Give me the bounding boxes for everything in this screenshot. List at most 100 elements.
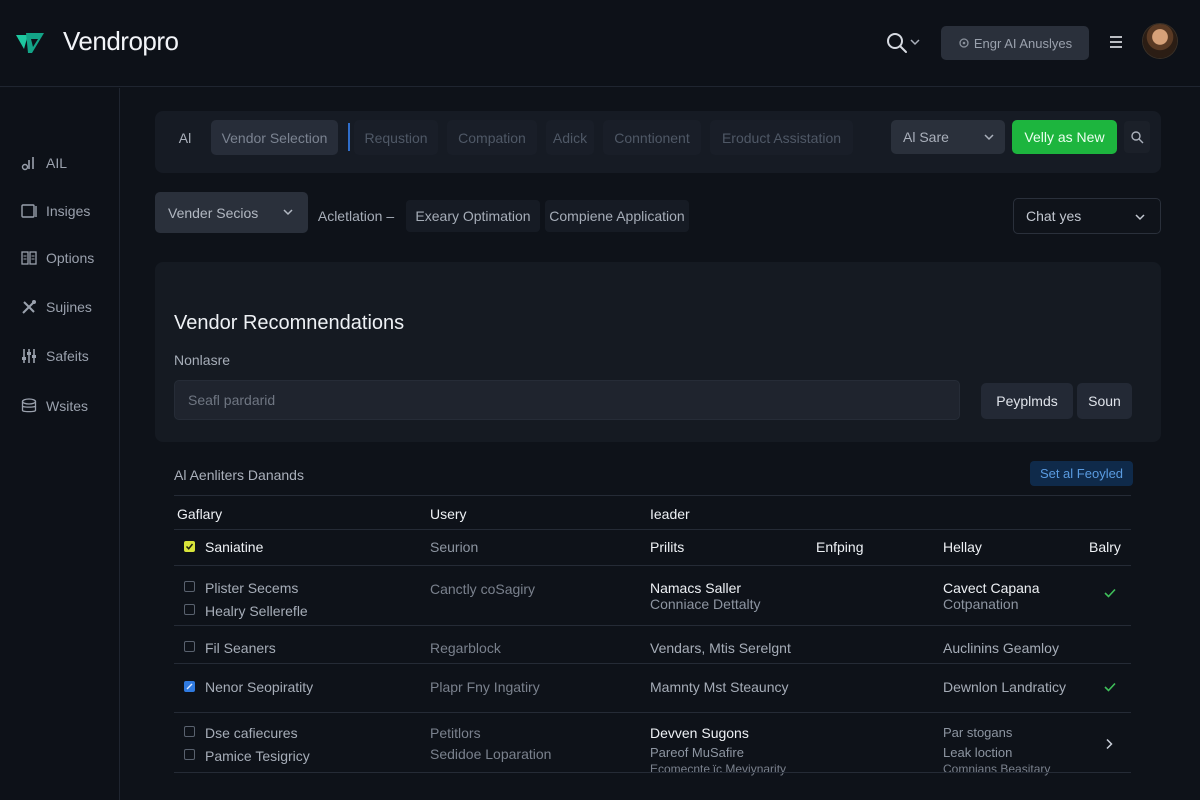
column-header[interactable]: Seurion xyxy=(430,539,478,555)
sidebar-item-ail[interactable]: AIL xyxy=(20,152,67,174)
row-checkbox[interactable] xyxy=(184,726,195,737)
row-checkbox[interactable] xyxy=(184,749,195,760)
sidebar-item-wsites[interactable]: Wsites xyxy=(20,395,88,417)
table-cell: Pareof MuSafire xyxy=(650,745,744,760)
row-checkbox[interactable] xyxy=(184,641,195,652)
section-label: Al Aenliters Danands xyxy=(174,467,304,483)
toolbar-search-button[interactable] xyxy=(1124,121,1150,153)
table-cell: Dse cafiecures xyxy=(205,725,298,741)
table-cell: Plister Secems xyxy=(205,580,299,596)
sidebar: AIL Insiges Options Sujines Safeits Wsit… xyxy=(0,88,120,800)
sidebar-item-insiges[interactable]: Insiges xyxy=(20,200,90,222)
image-icon xyxy=(21,204,37,218)
vendor-section-value: Vender Secios xyxy=(168,204,259,221)
table-cell: Petitlors xyxy=(430,725,481,741)
check-icon xyxy=(185,543,194,550)
set-all-button[interactable]: Set al Feoyled xyxy=(1030,461,1133,486)
chart-select[interactable]: Chat yes xyxy=(1013,198,1161,234)
table-cell: Par stogans xyxy=(943,725,1013,740)
chevron-right-icon[interactable] xyxy=(1102,737,1116,751)
table-cell: Vendars, Mtis Serelgnt xyxy=(650,640,791,656)
sidebar-item-label: Insiges xyxy=(46,203,91,219)
table-cell: Ecomecnte ɩ̈c Meviynarity xyxy=(650,762,787,776)
recommend-button[interactable]: Peyplmds xyxy=(981,383,1073,419)
sidebar-item-label: AIL xyxy=(46,155,68,171)
table-cell: Cavect Capana xyxy=(943,580,1040,596)
sidebar-item-safeits[interactable]: Safeits xyxy=(20,345,89,367)
vendor-search-input[interactable] xyxy=(174,380,960,420)
sliders-icon xyxy=(22,349,36,363)
table-cell: Devven Sugons xyxy=(650,725,749,741)
tab-adick[interactable]: Adick xyxy=(546,120,594,155)
tabs-bar: Al Vendor Selection Requstion Compation … xyxy=(155,111,1161,173)
sidebar-item-sujines[interactable]: Sujines xyxy=(20,296,92,318)
ai-sparkle-icon xyxy=(959,38,969,48)
table-cell: Leak loction xyxy=(943,745,1013,760)
table-cell: Sedidoe Loparation xyxy=(430,746,552,762)
table-cell: Auclinins Geamloy xyxy=(943,640,1059,656)
check-icon xyxy=(1104,588,1116,598)
sidebar-item-label: Wsites xyxy=(46,398,88,414)
tab-conntionent[interactable]: Conntionent xyxy=(603,120,701,155)
tools-icon xyxy=(22,300,36,314)
app-name: Vendropro xyxy=(63,26,179,56)
vendor-table: Gaflary Usery Ieader Saniatine Seurion P… xyxy=(174,495,1131,776)
row-checkbox[interactable] xyxy=(184,581,195,592)
table-cell: Dewnlon Landraticy xyxy=(943,679,1066,695)
ai-analysis-button[interactable]: Engr AI Anuslyes xyxy=(941,26,1089,60)
user-avatar[interactable] xyxy=(1143,24,1177,58)
table-cell: Nenor Seopiratity xyxy=(205,679,314,695)
search-icon xyxy=(1131,131,1144,144)
table-cell: Pamice Tesigricy xyxy=(205,748,310,764)
table-cell: Healry Sellerefle xyxy=(205,603,308,619)
table-cell: Conniace Dettalty xyxy=(650,596,761,612)
chevron-down-icon xyxy=(984,134,994,141)
panel-subtitle: Nonlasre xyxy=(174,352,231,368)
tab-requstion[interactable]: Requstion xyxy=(354,120,438,155)
row-checkbox[interactable] xyxy=(184,681,195,692)
table-cell: Regarblock xyxy=(430,640,501,656)
chart-select-value: Chat yes xyxy=(1026,208,1082,224)
table-cell: Canctly coSagiry xyxy=(430,581,536,597)
search-icon[interactable] xyxy=(885,31,909,55)
ai-scope-select[interactable]: Al Sare xyxy=(891,120,1005,154)
database-icon xyxy=(21,398,37,413)
group-header: Usery xyxy=(430,506,467,522)
column-header[interactable]: Hellay xyxy=(943,539,982,555)
subnav-acletlation[interactable]: Acletlation – xyxy=(312,200,400,232)
new-button[interactable]: Velly as New xyxy=(1012,120,1117,154)
sidebar-item-label: Safeits xyxy=(46,348,89,364)
column-header[interactable]: Saniatine xyxy=(205,539,263,555)
sidebar-item-label: Sujines xyxy=(46,299,92,315)
tab-compation[interactable]: Compation xyxy=(447,120,537,155)
select-all-checkbox[interactable] xyxy=(184,541,195,552)
table-cell: Comnians Beasitary xyxy=(943,762,1051,776)
options-icon xyxy=(21,251,37,265)
subnav-exeary-optimation[interactable]: Exeary Optimation xyxy=(406,200,540,232)
check-icon xyxy=(1104,682,1116,692)
column-header[interactable]: Prilits xyxy=(650,539,684,555)
tab-vendor-selection[interactable]: Vendor Selection xyxy=(211,120,338,155)
table-cell: Plapr Fny Ingatiry xyxy=(430,679,540,695)
row-checkbox[interactable] xyxy=(184,604,195,615)
tab-eroduct-assistation[interactable]: Eroduct Assistation xyxy=(710,120,853,155)
ai-analysis-label: Engr AI Anuslyes xyxy=(973,35,1073,51)
tab-al[interactable]: Al xyxy=(167,120,203,155)
ai-scope-value: Al Sare xyxy=(903,129,949,145)
analytics-icon xyxy=(21,157,34,171)
top-bar: Vendropro Engr AI Anuslyes xyxy=(0,0,1200,87)
chevron-down-icon xyxy=(283,209,293,216)
vendor-section-select[interactable]: Vender Secios xyxy=(155,192,308,233)
table-cell: Mamnty Mst Steauncy xyxy=(650,679,789,695)
secondary-button[interactable]: Soun xyxy=(1077,383,1132,419)
chevron-down-icon[interactable] xyxy=(909,36,921,48)
logo-icon xyxy=(16,33,44,53)
column-header[interactable]: Enfping xyxy=(816,539,863,555)
column-header[interactable]: Balry xyxy=(1089,539,1121,555)
check-icon xyxy=(186,683,193,690)
table-cell: Fil Seaners xyxy=(205,640,276,656)
hamburger-menu-icon[interactable] xyxy=(1108,34,1124,50)
group-header: Gaflary xyxy=(177,506,223,522)
sidebar-item-options[interactable]: Options xyxy=(20,247,94,269)
subnav-compiene-application[interactable]: Compiene Application xyxy=(545,200,689,232)
